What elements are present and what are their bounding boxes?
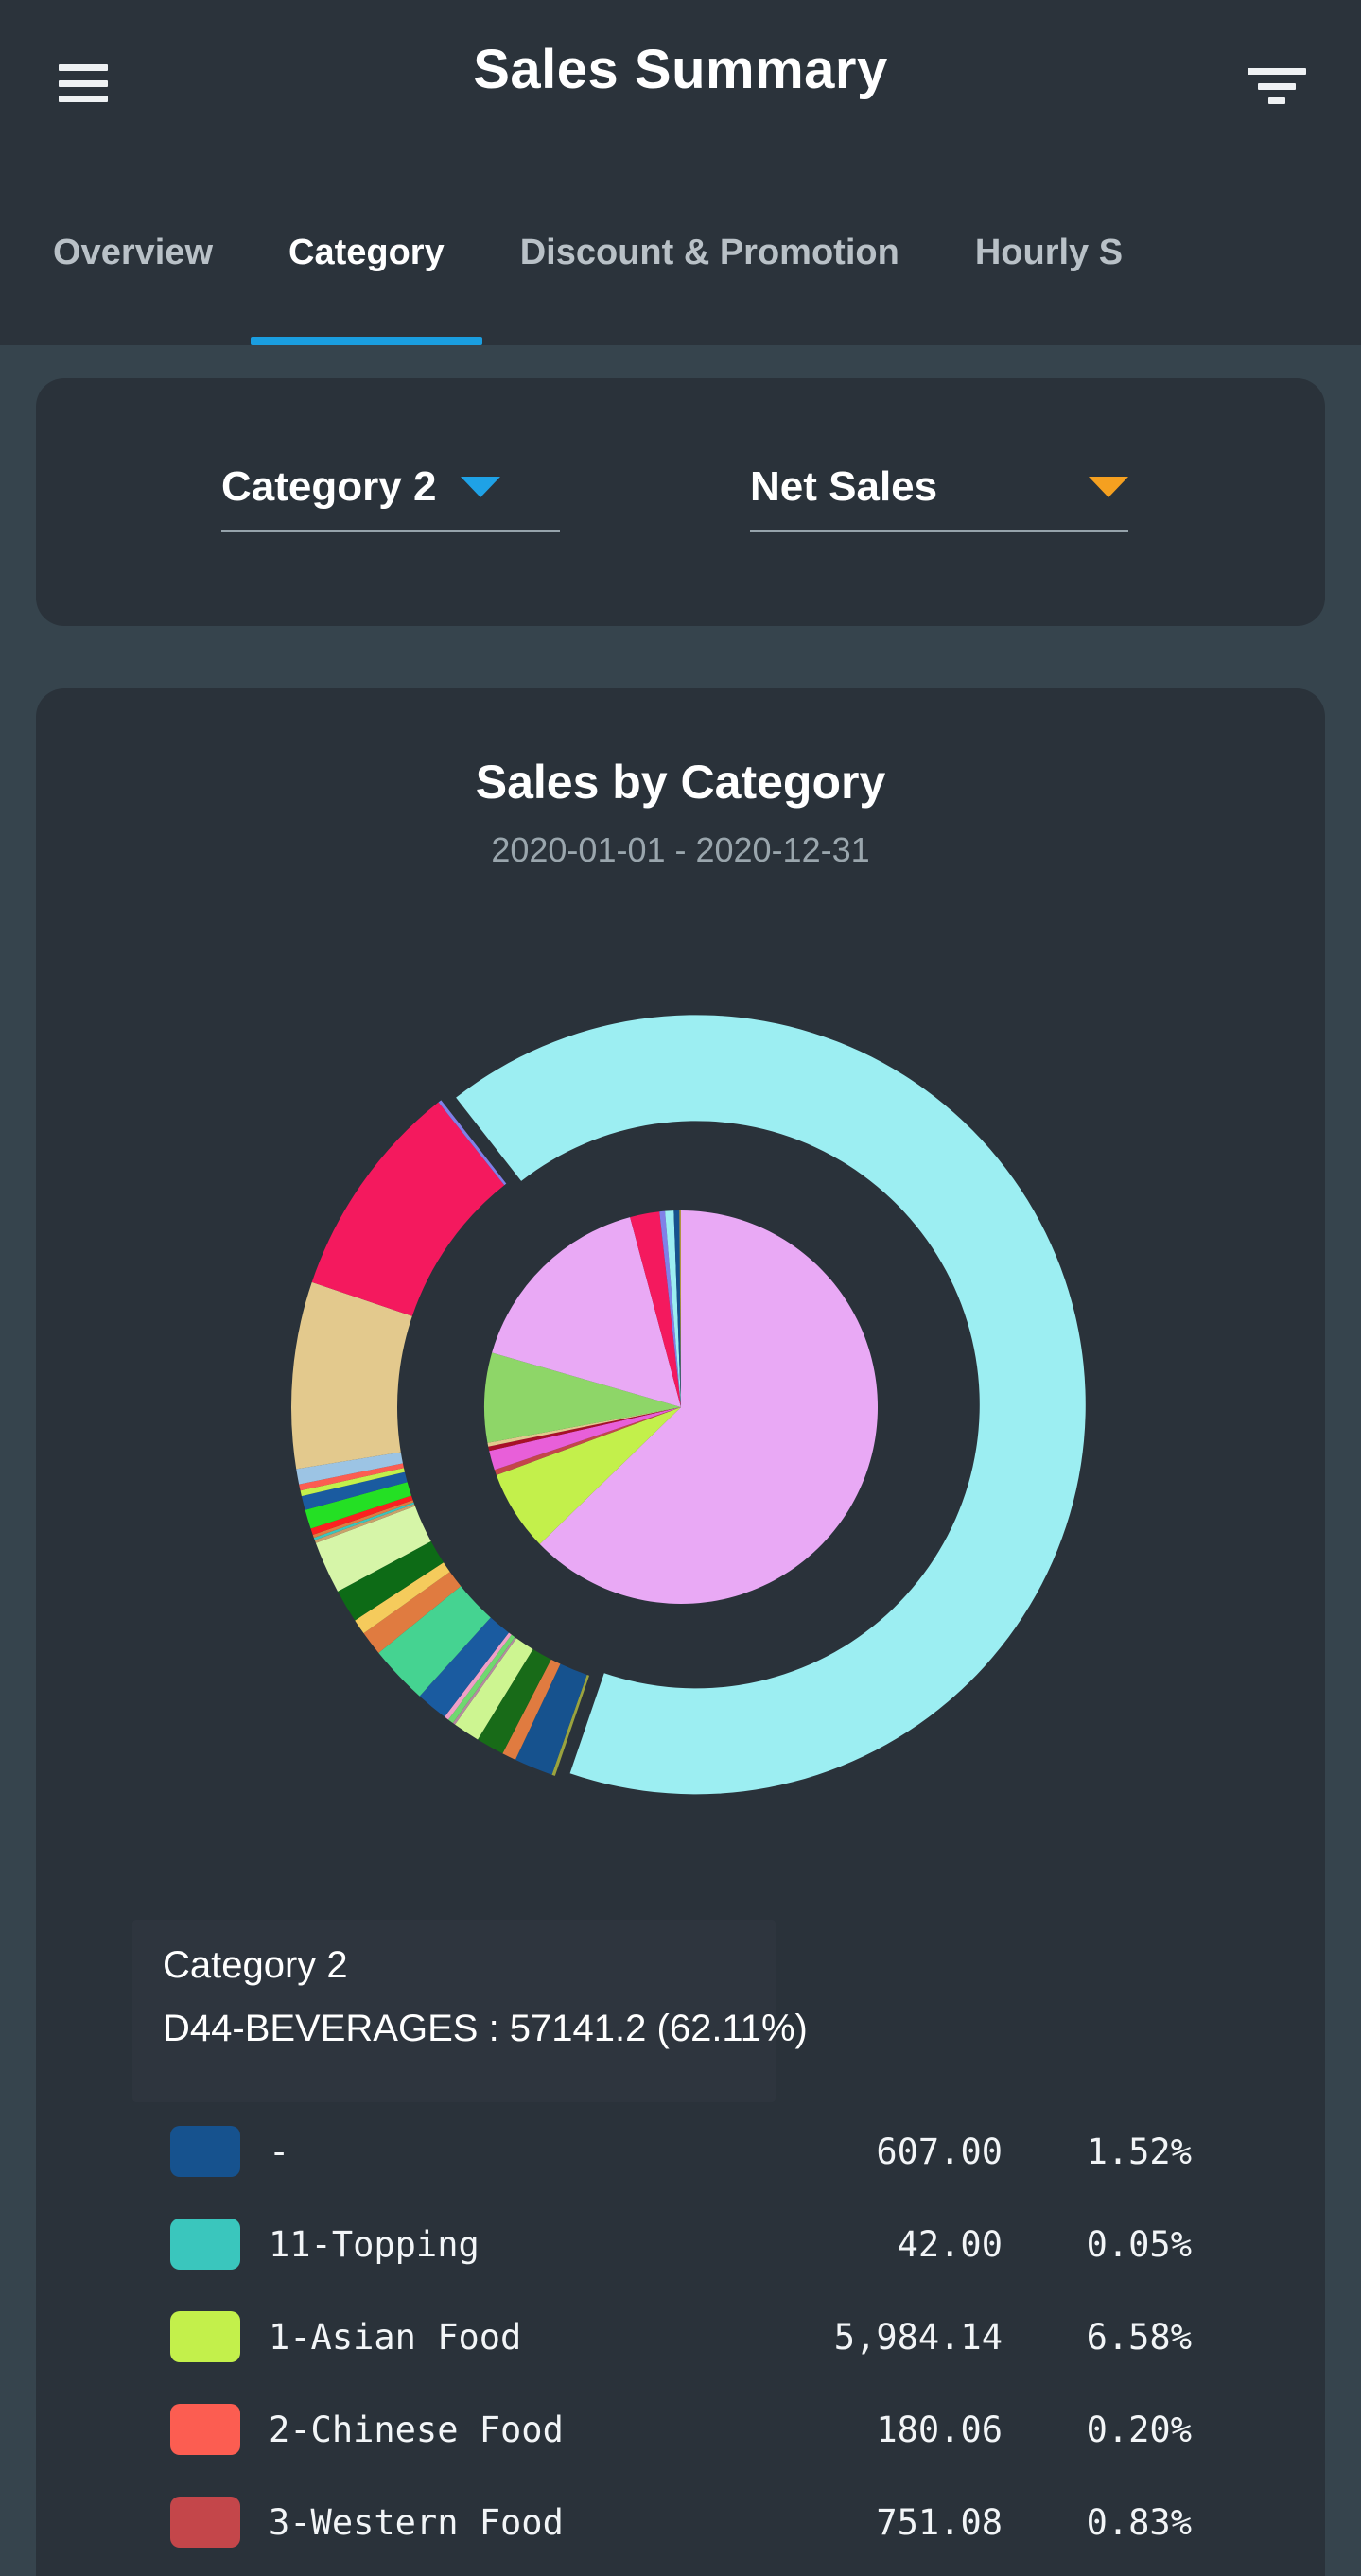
tooltip-title: Category 2: [163, 1944, 348, 1986]
tooltip-value: D44-BEVERAGES : 57141.2 (62.11%): [163, 2008, 808, 2049]
tab-overview-label: Overview: [53, 232, 213, 272]
chart-title: Sales by Category: [475, 756, 886, 809]
dimension-dropdown-underline: [221, 530, 560, 532]
legend-value: 180.06: [876, 2409, 1003, 2450]
filter-bar-1: [1248, 68, 1306, 75]
tab-indicator: [251, 337, 482, 345]
legend-row[interactable]: 2-Chinese Food 180.06 0.20%: [170, 2392, 1192, 2467]
chevron-down-icon[interactable]: [461, 477, 501, 497]
chart-date-range: 2020-01-01 - 2020-12-31: [491, 830, 870, 869]
legend-color-swatch: [170, 2219, 240, 2270]
tab-discount-promotion-label: Discount & Promotion: [519, 232, 899, 272]
sunburst-inner-pie[interactable]: [483, 1210, 878, 1604]
sunburst-slice[interactable]: [290, 1281, 412, 1470]
dimension-dropdown-label: Category 2: [221, 463, 437, 510]
tab-discount-promotion[interactable]: Discount & Promotion: [482, 194, 937, 345]
sunburst-svg[interactable]: [180, 906, 1182, 1908]
legend-label: 11-Topping: [269, 2223, 480, 2265]
legend-label: 2-Chinese Food: [269, 2409, 564, 2450]
sunburst-slice[interactable]: [311, 1102, 504, 1316]
legend-percent: 0.20%: [1086, 2409, 1192, 2450]
metric-dropdown[interactable]: Net Sales: [750, 463, 1128, 532]
legend-value: 607.00: [876, 2131, 1003, 2172]
tab-category-label: Category: [288, 232, 445, 272]
legend-value: 42.00: [897, 2223, 1003, 2265]
legend-percent: 0.05%: [1086, 2223, 1192, 2265]
legend-row[interactable]: 1-Asian Food 5,984.14 6.58%: [170, 2299, 1192, 2375]
legend-color-swatch: [170, 2404, 240, 2455]
legend-row[interactable]: 3-Western Food 751.08 0.83%: [170, 2484, 1192, 2560]
legend-label: 1-Asian Food: [269, 2316, 522, 2358]
legend-percent: 6.58%: [1086, 2316, 1192, 2358]
legend-value: 5,984.14: [833, 2316, 1003, 2358]
filter-icon[interactable]: [1248, 68, 1306, 104]
legend-row[interactable]: - 607.00 1.52%: [170, 2114, 1192, 2189]
metric-dropdown-label: Net Sales: [750, 463, 938, 510]
tab-hourly-sales-label: Hourly S: [974, 232, 1124, 272]
legend-value: 751.08: [876, 2501, 1003, 2543]
filter-bar-2: [1258, 82, 1296, 90]
chevron-down-icon[interactable]: [1089, 477, 1128, 497]
dimension-dropdown-row: Category 2: [221, 463, 560, 511]
filter-bar-3: [1268, 97, 1285, 104]
page-title: Sales Summary: [473, 39, 888, 100]
tab-bar: Overview Category Discount & Promotion H…: [0, 194, 1361, 345]
metric-dropdown-underline: [750, 530, 1128, 532]
legend-color-swatch: [170, 2311, 240, 2362]
legend-row[interactable]: 11-Topping 42.00 0.05%: [170, 2206, 1192, 2282]
legend-color-swatch: [170, 2126, 240, 2177]
legend-label: -: [269, 2131, 290, 2172]
app-bar: Sales Summary: [0, 0, 1361, 194]
chart-tooltip: Category 2 D44-BEVERAGES : 57141.2 (62.1…: [132, 1920, 808, 2102]
chart-legend: - 607.00 1.52% 11-Topping 42.00 0.05% 1-Asian …: [170, 2114, 1192, 2576]
metric-dropdown-row: Net Sales: [750, 463, 1128, 511]
tab-overview[interactable]: Overview: [0, 194, 251, 345]
tab-hourly-sales[interactable]: Hourly S: [937, 194, 1160, 345]
legend-color-swatch: [170, 2497, 240, 2548]
app-root: Sales Summary Overview Category Discount…: [0, 0, 1361, 2576]
legend-label: 3-Western Food: [269, 2501, 564, 2543]
dimension-dropdown[interactable]: Category 2: [221, 463, 560, 532]
legend-percent: 0.83%: [1086, 2501, 1192, 2543]
legend-percent: 1.52%: [1086, 2131, 1192, 2172]
tab-category[interactable]: Category: [251, 194, 482, 345]
sunburst-chart[interactable]: [180, 906, 1182, 1908]
